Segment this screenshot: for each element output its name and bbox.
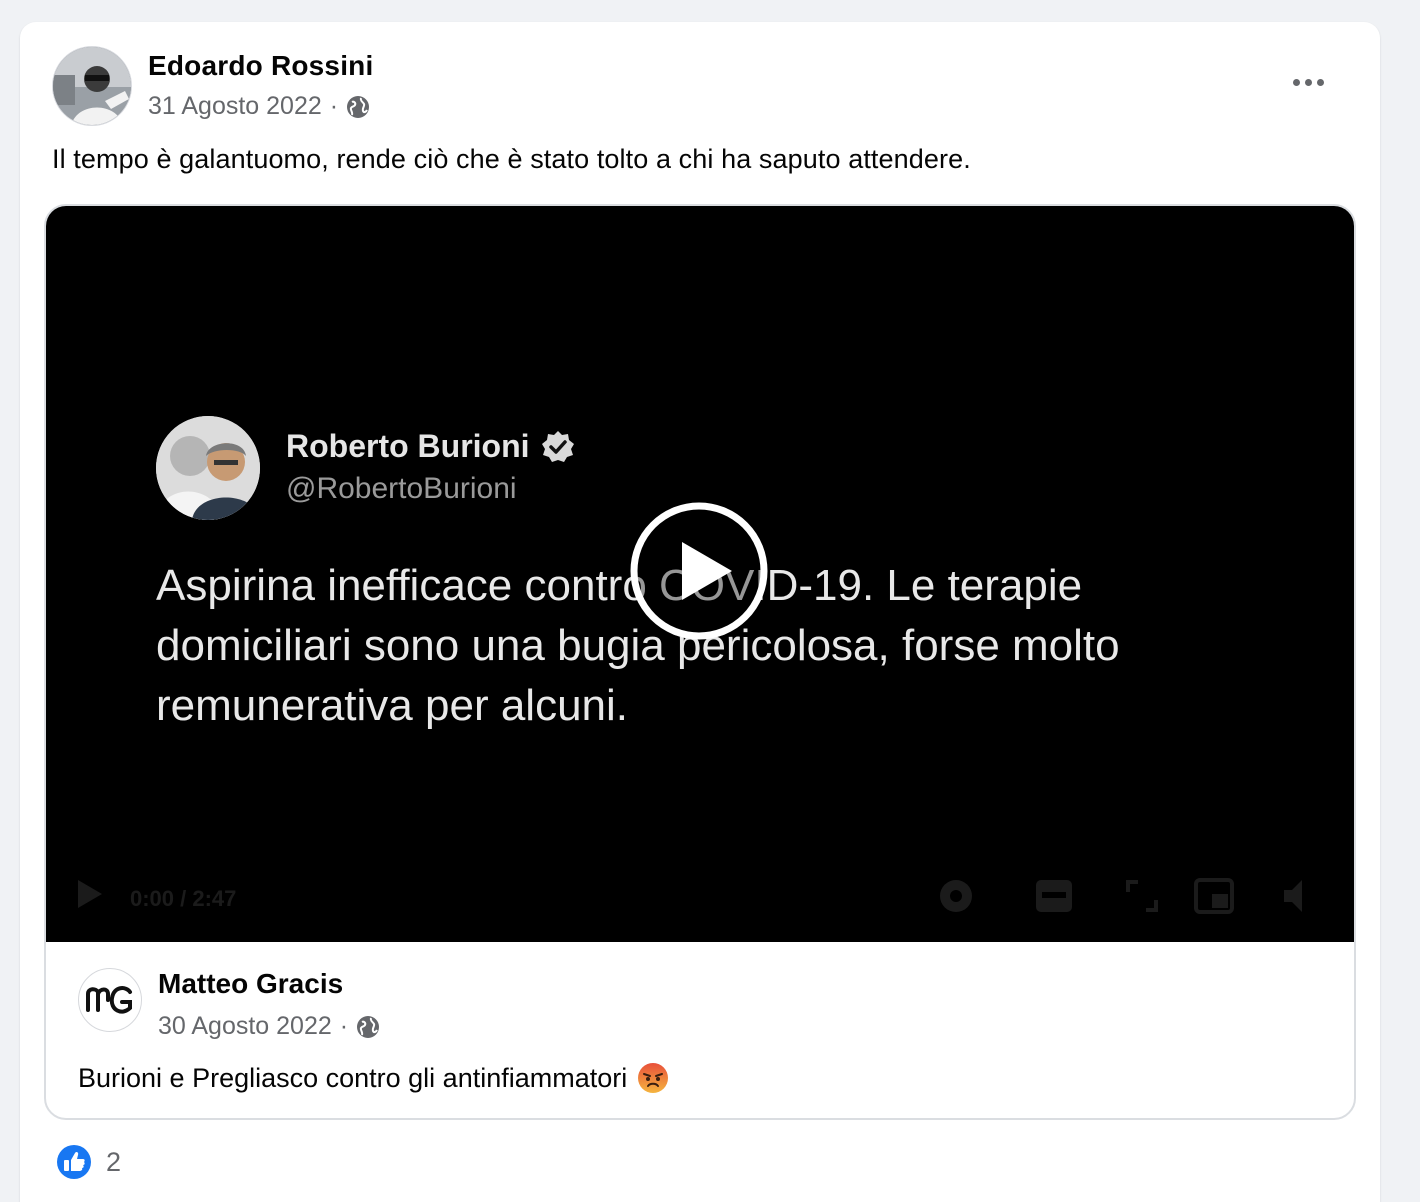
source-separator: ·: [339, 1012, 349, 1040]
play-icon[interactable]: [630, 502, 768, 640]
angry-face-icon: [638, 1063, 669, 1093]
tweet-author-name: Roberto Burioni: [286, 428, 530, 464]
post-card: Edoardo Rossini 31 Agosto 2022 · Il temp…: [20, 22, 1380, 1202]
video-time: 0:00 / 2:47: [130, 886, 237, 911]
video-controls: 0:00 / 2:47: [46, 852, 1354, 942]
author-avatar[interactable]: [52, 46, 132, 126]
captions-icon[interactable]: [1034, 878, 1074, 914]
video-player[interactable]: Roberto Burioni @RobertoBurioni Aspirina…: [46, 206, 1354, 942]
shared-source: Matteo Gracis 30 Agosto 2022 · Burioni e…: [46, 942, 1354, 1118]
post-date[interactable]: 31 Agosto 2022: [148, 92, 322, 121]
tweet-avatar: [156, 416, 260, 520]
reactions-bar[interactable]: 2: [56, 1144, 121, 1180]
reaction-count: 2: [106, 1146, 122, 1177]
like-icon[interactable]: [56, 1144, 92, 1180]
meta-separator: ·: [329, 92, 339, 120]
author-name[interactable]: Edoardo Rossini: [148, 50, 373, 82]
post-meta: 31 Agosto 2022 ·: [148, 92, 370, 121]
globe-icon[interactable]: [346, 95, 370, 119]
more-options-icon[interactable]: [1288, 66, 1328, 98]
control-play-icon[interactable]: [76, 878, 104, 910]
source-text: Burioni e Pregliasco contro gli antinfia…: [78, 1062, 669, 1094]
source-date[interactable]: 30 Agosto 2022: [158, 1012, 332, 1041]
source-text-content: Burioni e Pregliasco contro gli antinfia…: [78, 1062, 628, 1093]
tweet-author: Roberto Burioni: [286, 428, 576, 465]
tweet-handle: @RobertoBurioni: [286, 472, 517, 505]
globe-icon[interactable]: [356, 1015, 380, 1039]
expand-icon[interactable]: [1124, 878, 1160, 914]
shared-post: Roberto Burioni @RobertoBurioni Aspirina…: [44, 204, 1356, 1120]
fullscreen-icon[interactable]: [1194, 878, 1234, 914]
source-avatar[interactable]: [78, 968, 142, 1032]
volume-icon[interactable]: [1280, 876, 1320, 916]
post-text: Il tempo è galantuomo, rende ciò che è s…: [52, 144, 971, 174]
settings-icon[interactable]: [936, 876, 976, 916]
source-meta: 30 Agosto 2022 ·: [158, 1012, 380, 1041]
verified-badge-icon: [541, 430, 574, 462]
source-author-name[interactable]: Matteo Gracis: [158, 968, 343, 1000]
